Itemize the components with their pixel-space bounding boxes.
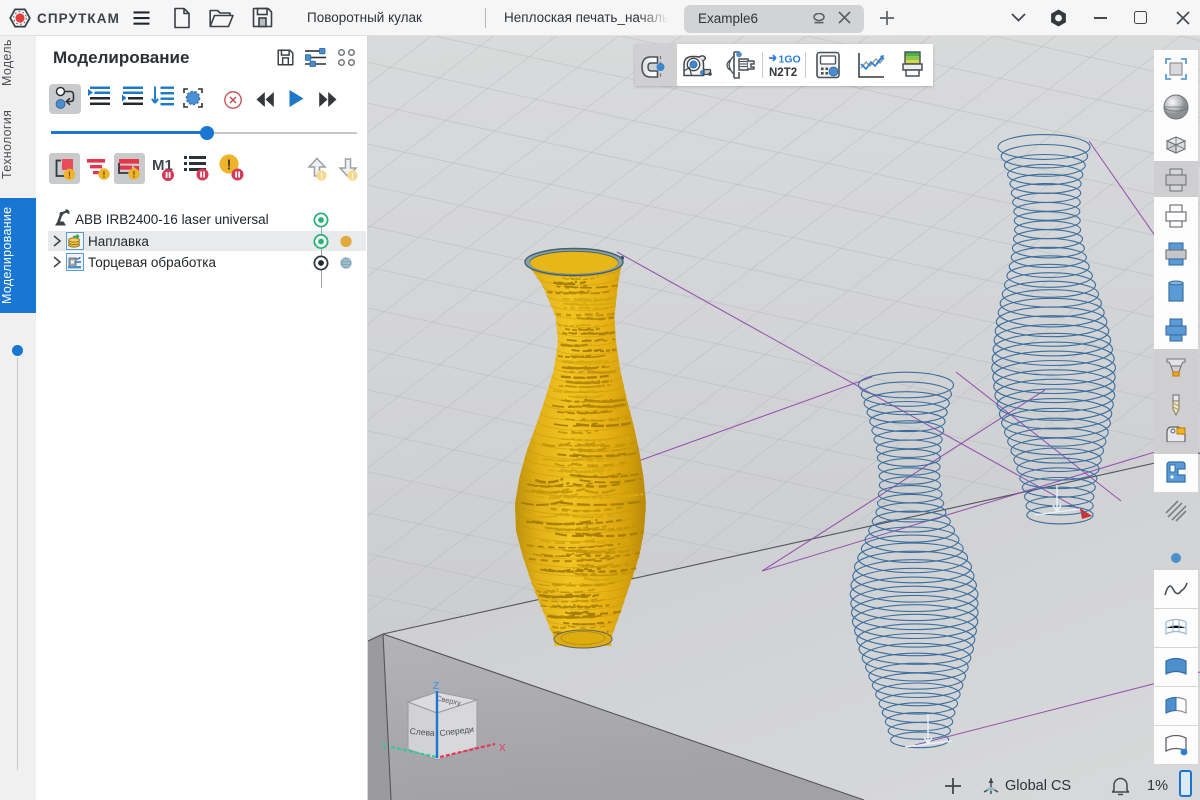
svg-text:!: ! (68, 170, 71, 181)
svg-text:X: X (499, 743, 506, 754)
svg-text:N2T2: N2T2 (769, 67, 797, 78)
svg-text:!: ! (132, 170, 135, 181)
svg-text:!: ! (102, 170, 105, 181)
svg-text:1GO: 1GO (779, 54, 801, 66)
svg-text:Z: Z (433, 681, 439, 692)
svg-text:Y: Y (381, 742, 388, 753)
svg-text:!: ! (227, 157, 232, 174)
